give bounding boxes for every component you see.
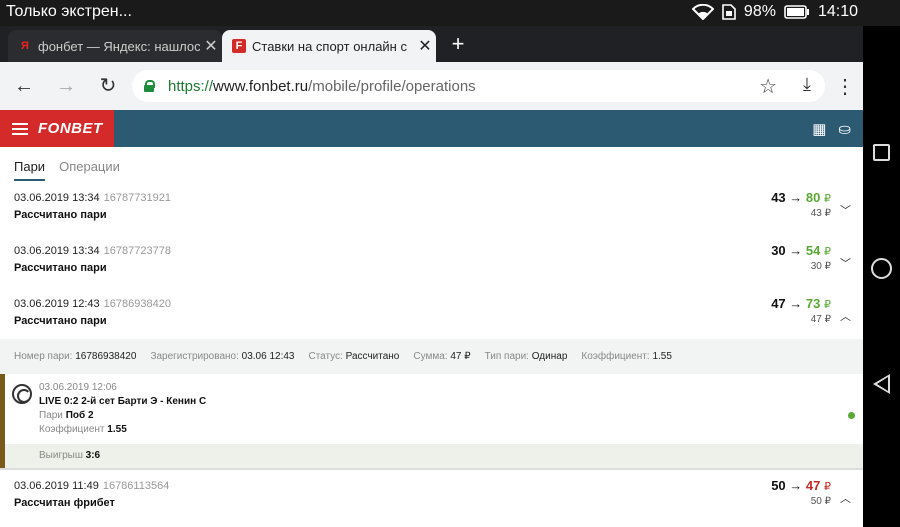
new-tab-icon[interactable]: + [446, 32, 470, 56]
sub-amount: 43 ₽ [810, 208, 831, 219]
event-result: Выигрыш 3:6 [5, 444, 863, 468]
operation-row[interactable]: 03.06.2019 13:34 16787731921 Рассчитано п… [0, 188, 863, 240]
tab-operations[interactable]: Операции [59, 159, 120, 181]
wifi-icon [691, 4, 714, 20]
event-score: 3:6 [85, 450, 101, 461]
operation-id: 16786113564 [102, 480, 170, 492]
divider [0, 468, 863, 470]
brand-name: FONBET [38, 120, 103, 137]
status-bar: Только экстрен... 98% 14:10 [0, 0, 900, 26]
forward-arrow-icon[interactable]: → [54, 74, 78, 98]
hamburger-menu-icon[interactable] [12, 122, 28, 135]
event-bet: Поб 2 [65, 410, 94, 421]
stake-amount: 47 [771, 296, 786, 311]
operation-label: Рассчитан фрибет [14, 497, 115, 509]
lock-icon [144, 80, 155, 92]
result-amount: 54 [805, 243, 821, 258]
chevron-down-icon[interactable]: ﹀ [840, 255, 851, 271]
sub-amount: 50 ₽ [810, 496, 831, 507]
tab-bets[interactable]: Пари [14, 159, 46, 181]
bet-type: Одинар [531, 351, 568, 362]
sub-amount: 47 ₽ [810, 314, 831, 325]
sim-icon [722, 4, 736, 20]
stake-amount: 30 [771, 243, 786, 258]
address-bar[interactable]: https://www.fonbet.ru/mobile/profile/ope… [132, 70, 825, 102]
bet-number: 16786938420 [75, 351, 137, 362]
operation-label: Рассчитано пари [14, 315, 107, 327]
operation-row[interactable]: 03.06.2019 11:49 16786113564 Рассчитан фр… [0, 476, 863, 527]
bet-sum: 47 ₽ [450, 351, 471, 362]
site-header: FONBET ▦ ⛀ [0, 110, 863, 147]
sub-amount: 30 ₽ [810, 261, 831, 272]
close-tab-icon[interactable]: ✕ [200, 36, 222, 56]
operation-date: 03.06.2019 11:49 [14, 480, 99, 492]
more-menu-icon[interactable]: ⋮ [835, 74, 855, 99]
registered-time: 03.06 12:43 [241, 351, 295, 362]
result-amount: 73 [805, 296, 821, 311]
stake-amount: 43 [771, 190, 786, 205]
event-coefficient: 1.55 [107, 424, 127, 435]
live-stream-icon [12, 384, 32, 404]
reload-icon[interactable]: ↻ [96, 74, 120, 98]
browser-tab-strip: Я фонбет — Яндекс: нашлось ✕ F Ставки на… [0, 26, 863, 62]
operation-label: Рассчитано пари [14, 209, 107, 221]
event-date: 03.06.2019 12:06 [39, 382, 117, 393]
chevron-down-icon[interactable]: ﹀ [840, 202, 851, 218]
event-card: 03.06.2019 12:06 LIVE 0:2 2-й сет Барти … [0, 374, 863, 468]
url-text[interactable]: https://www.fonbet.ru/mobile/profile/ope… [168, 78, 476, 95]
tab-title: Ставки на спорт онлайн с [252, 38, 407, 54]
bet-status: Рассчитано [345, 351, 400, 362]
win-status-dot [848, 412, 855, 419]
operation-date: 03.06.2019 13:34 [14, 245, 100, 257]
notification-text: Только экстрен... [6, 3, 132, 20]
result-amount: 47 [805, 478, 821, 493]
close-tab-icon[interactable]: ✕ [414, 36, 436, 56]
operation-date: 03.06.2019 12:43 [14, 298, 100, 310]
browser-tab-yandex[interactable]: Я фонбет — Яндекс: нашлось ✕ [8, 30, 222, 62]
header-icons: ▦ ⛀ [812, 120, 851, 138]
recents-icon[interactable] [873, 144, 890, 161]
battery-icon [784, 5, 809, 19]
result-amount: 80 [805, 190, 821, 205]
operation-date: 03.06.2019 13:34 [14, 192, 100, 204]
bet-details-bar: Номер пари: 16786938420 Зарегистрировано… [0, 339, 863, 374]
profile-tabs: Пари Операции [14, 159, 120, 181]
home-icon[interactable] [871, 258, 892, 279]
stake-amount: 50 [771, 478, 786, 493]
web-page: FONBET ▦ ⛀ Пари Операции 03.06.2019 13:3… [0, 110, 863, 527]
operation-label: Рассчитано пари [14, 262, 107, 274]
chevron-up-icon[interactable]: ︿ [840, 490, 851, 506]
android-nav-bar [863, 26, 900, 527]
clock: 14:10 [817, 3, 858, 20]
fonbet-logo[interactable]: FONBET [0, 110, 114, 147]
bet-coefficient: 1.55 [652, 351, 672, 362]
event-title: LIVE 0:2 2-й сет Барти Э - Кенин С [39, 396, 207, 407]
download-icon[interactable]: ⤓ [803, 74, 811, 95]
browser-toolbar: ← → ↻ https://www.fonbet.ru/mobile/profi… [0, 62, 863, 110]
yandex-favicon-icon: Я [21, 40, 29, 52]
tab-title: фонбет — Яндекс: нашлось [38, 38, 200, 54]
status-icons: 98% 14:10 [691, 3, 858, 21]
operation-row[interactable]: 03.06.2019 13:34 16787723778 Рассчитано п… [0, 241, 863, 293]
operation-id: 16787731921 [103, 192, 171, 204]
operation-id: 16786938420 [103, 298, 171, 310]
operation-id: 16787723778 [103, 245, 171, 257]
basket-icon[interactable]: ⛀ [838, 120, 851, 138]
back-arrow-icon[interactable]: ← [12, 74, 36, 98]
chevron-up-icon[interactable]: ︿ [840, 308, 851, 324]
battery-percent: 98% [743, 3, 776, 20]
fonbet-favicon-icon: F [232, 39, 246, 53]
bookmark-star-icon[interactable]: ☆ [759, 74, 777, 99]
back-triangle-icon[interactable] [873, 374, 890, 394]
coupon-icon[interactable]: ▦ [812, 120, 826, 138]
browser-tab-fonbet[interactable]: F Ставки на спорт онлайн с ✕ [222, 30, 436, 62]
